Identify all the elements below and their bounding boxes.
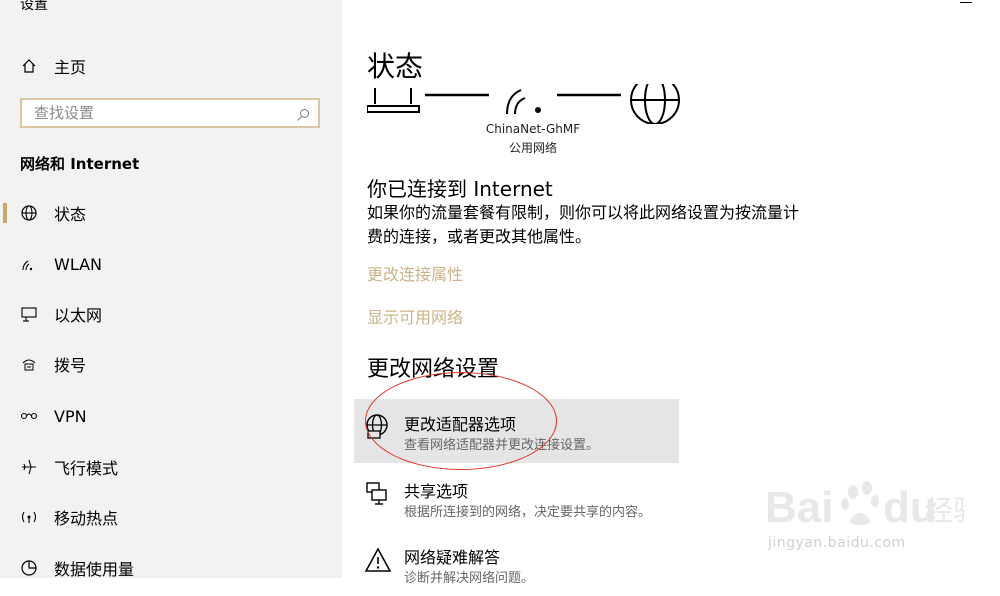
sidebar-item-hotspot[interactable]: 移动热点 <box>0 497 342 537</box>
sharing-icon <box>364 480 392 508</box>
sidebar-item-vpn[interactable]: VPN <box>0 396 342 436</box>
warning-icon <box>364 546 392 574</box>
svg-text:Bai: Bai <box>765 483 833 532</box>
search-icon[interactable] <box>296 107 310 121</box>
section-title: 网络和 Internet <box>20 155 140 173</box>
sidebar-item-data-usage[interactable]: 数据使用量 <box>0 548 342 588</box>
sidebar-item-label: VPN <box>54 406 87 426</box>
vpn-icon <box>20 407 38 425</box>
sidebar-item-label: WLAN <box>54 254 103 274</box>
sidebar-item-label: 飞行模式 <box>54 459 119 478</box>
pc-icon <box>367 88 420 113</box>
sidebar-item-ethernet[interactable]: 以太网 <box>0 294 342 334</box>
data-usage-icon <box>20 559 38 577</box>
troubleshoot-button[interactable]: 网络疑难解答 诊断并解决网络问题。 <box>354 532 679 596</box>
internet-globe-icon <box>630 84 680 124</box>
connection-status-desc: 如果你的流量套餐有限制，则你可以将此网络设置为按流量计费的连接，或者更改其他属性… <box>367 203 800 246</box>
sidebar: 设置 主页 网络和 Internet 状态 WLAN 以太网 <box>0 0 342 579</box>
sidebar-item-label: 数据使用量 <box>54 560 135 579</box>
adapter-options-button[interactable]: 更改适配器选项 查看网络适配器并更改连接设置。 <box>354 399 679 463</box>
sidebar-item-status[interactable]: 状态 <box>0 193 342 233</box>
hotspot-icon <box>20 508 38 526</box>
baidu-watermark-logo: Bai du 经验 <box>765 481 965 532</box>
sidebar-item-airplane[interactable]: 飞行模式 <box>0 447 342 487</box>
sharing-options-button[interactable]: 共享选项 根据所连接到的网络，决定要共享的内容。 <box>354 466 679 530</box>
dialup-icon <box>20 355 38 373</box>
svg-text:经验: 经验 <box>925 494 965 527</box>
search-box[interactable] <box>20 98 320 128</box>
network-type: 公用网络 <box>508 141 557 155</box>
option-title: 更改适配器选项 <box>404 415 517 434</box>
search-input[interactable] <box>22 103 296 123</box>
sidebar-item-label: 移动热点 <box>54 509 119 528</box>
change-settings-title: 更改网络设置 <box>367 357 500 382</box>
show-networks-link[interactable]: 显示可用网络 <box>367 304 463 328</box>
sidebar-item-wlan[interactable]: WLAN <box>0 244 342 284</box>
option-desc: 诊断并解决网络问题。 <box>404 571 535 586</box>
watermark-url: jingyan.baidu.com <box>768 535 906 551</box>
sidebar-item-label: 拨号 <box>54 356 87 375</box>
ethernet-icon <box>20 305 38 323</box>
app-title: 设置 <box>20 0 48 13</box>
home-label: 主页 <box>54 58 87 77</box>
connection-status-title: 你已连接到 Internet <box>367 177 553 201</box>
globe-icon <box>20 204 38 222</box>
home-icon <box>20 57 38 75</box>
airplane-icon <box>20 458 38 476</box>
option-desc: 根据所连接到的网络，决定要共享的内容。 <box>404 505 652 520</box>
adapter-icon <box>364 413 392 441</box>
home-nav[interactable]: 主页 <box>20 55 86 77</box>
minimize-button[interactable] <box>960 2 972 3</box>
network-name: ChinaNet-GhMF <box>485 122 581 136</box>
page-title: 状态 <box>367 50 424 83</box>
wifi-icon <box>20 255 38 273</box>
wifi-signal-icon <box>506 89 541 115</box>
sidebar-item-dialup[interactable]: 拨号 <box>0 344 342 384</box>
network-diagram <box>367 84 680 124</box>
sidebar-item-label: 以太网 <box>54 306 103 325</box>
change-properties-link[interactable]: 更改连接属性 <box>367 261 463 285</box>
option-desc: 查看网络适配器并更改连接设置。 <box>404 438 600 453</box>
sidebar-item-label: 状态 <box>54 205 87 224</box>
option-title: 网络疑难解答 <box>404 548 501 567</box>
option-title: 共享选项 <box>404 482 469 501</box>
